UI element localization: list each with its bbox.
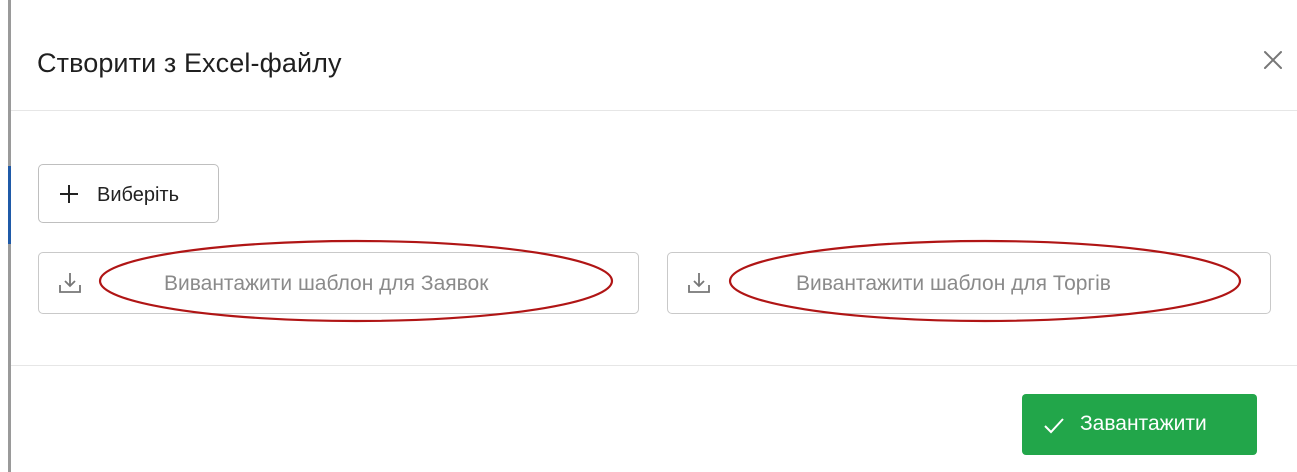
choose-file-button[interactable]: Виберіть: [38, 164, 219, 223]
check-icon: [1044, 418, 1064, 434]
choose-file-label: Виберіть: [97, 184, 180, 206]
close-button[interactable]: [1259, 46, 1287, 74]
download-icon: [59, 273, 81, 293]
upload-button[interactable]: Завантажити: [1022, 394, 1257, 455]
download-trades-template-button[interactable]: Вивантажити шаблон для Торгів: [667, 252, 1271, 314]
plus-icon: [60, 185, 78, 203]
download-trades-label: Вивантажити шаблон для Торгів: [796, 272, 1111, 295]
download-applications-label: Вивантажити шаблон для Заявок: [164, 272, 489, 295]
close-icon: [1264, 51, 1282, 69]
excel-import-modal: Створити з Excel-файлу Виберіть Вивантаж…: [11, 0, 1297, 472]
upload-label: Завантажити: [1080, 412, 1207, 435]
download-icon: [688, 273, 710, 293]
download-applications-template-button[interactable]: Вивантажити шаблон для Заявок: [38, 252, 639, 314]
modal-header: Створити з Excel-файлу: [11, 0, 1297, 111]
modal-title: Створити з Excel-файлу: [37, 48, 342, 78]
modal-body: Виберіть Вивантажити шаблон для Заявок В…: [11, 111, 1297, 366]
page: Створити з Excel-файлу Виберіть Вивантаж…: [0, 0, 1297, 472]
